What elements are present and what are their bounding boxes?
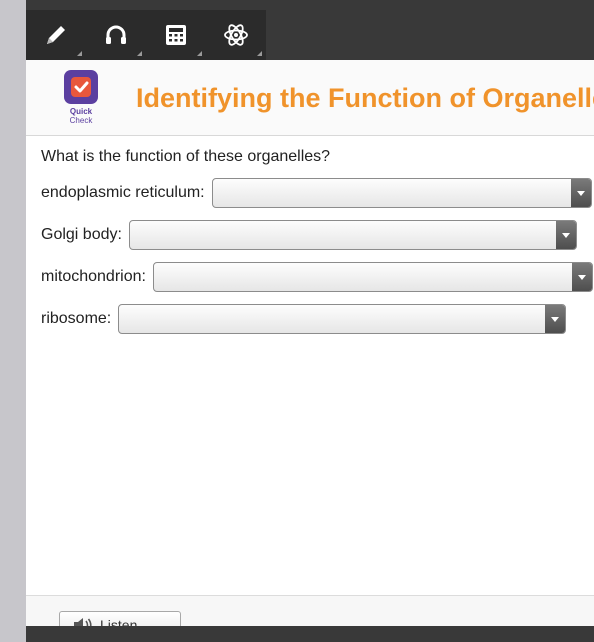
activity-header: Quick Check Identifying the Function of …	[26, 60, 594, 136]
chevron-down-icon	[571, 263, 592, 291]
speaker-icon	[74, 618, 92, 626]
bottom-bar	[26, 626, 594, 642]
calculator-icon	[166, 25, 186, 45]
headphones-tool-button[interactable]	[86, 10, 146, 60]
activity-footer: Listen	[26, 595, 594, 626]
row-golgi-body: Golgi body:	[41, 219, 577, 251]
pencil-tool-button[interactable]	[26, 10, 86, 60]
row-endoplasmic-reticulum: endoplasmic reticulum:	[41, 177, 592, 209]
row-mitochondrion: mitochondrion:	[41, 261, 593, 293]
row-label: mitochondrion:	[41, 268, 146, 285]
row-label: ribosome:	[41, 310, 112, 327]
mitochondrion-select[interactable]	[152, 262, 593, 292]
headphones-icon	[106, 25, 126, 44]
content-panel: Quick Check Identifying the Function of …	[26, 60, 594, 626]
logo-line2: Check	[69, 116, 93, 125]
top-toolbar	[26, 0, 594, 60]
row-ribosome: ribosome:	[41, 303, 567, 335]
chevron-down-icon	[545, 305, 566, 333]
row-label: Golgi body:	[41, 226, 122, 243]
logo-line1: Quick	[69, 107, 93, 116]
pencil-icon	[47, 26, 65, 44]
row-label: endoplasmic reticulum:	[41, 184, 205, 201]
listen-button[interactable]: Listen	[59, 611, 181, 626]
calculator-tool-button[interactable]	[146, 10, 206, 60]
left-gutter	[0, 0, 26, 642]
atom-tool-button[interactable]	[206, 10, 266, 60]
atom-icon	[224, 24, 248, 46]
ribosome-select[interactable]	[118, 304, 567, 334]
tool-group	[26, 10, 266, 60]
chevron-down-icon	[555, 221, 576, 249]
question-prompt: What is the function of these organelles…	[41, 148, 331, 165]
golgi-body-select[interactable]	[128, 220, 577, 250]
quick-check-logo: Quick Check	[63, 70, 99, 128]
chevron-down-icon	[570, 179, 591, 207]
listen-label: Listen	[100, 617, 138, 626]
endoplasmic-reticulum-select[interactable]	[211, 178, 592, 208]
page-title: Identifying the Function of Organelles	[136, 83, 594, 113]
checkmark-icon	[64, 70, 98, 104]
